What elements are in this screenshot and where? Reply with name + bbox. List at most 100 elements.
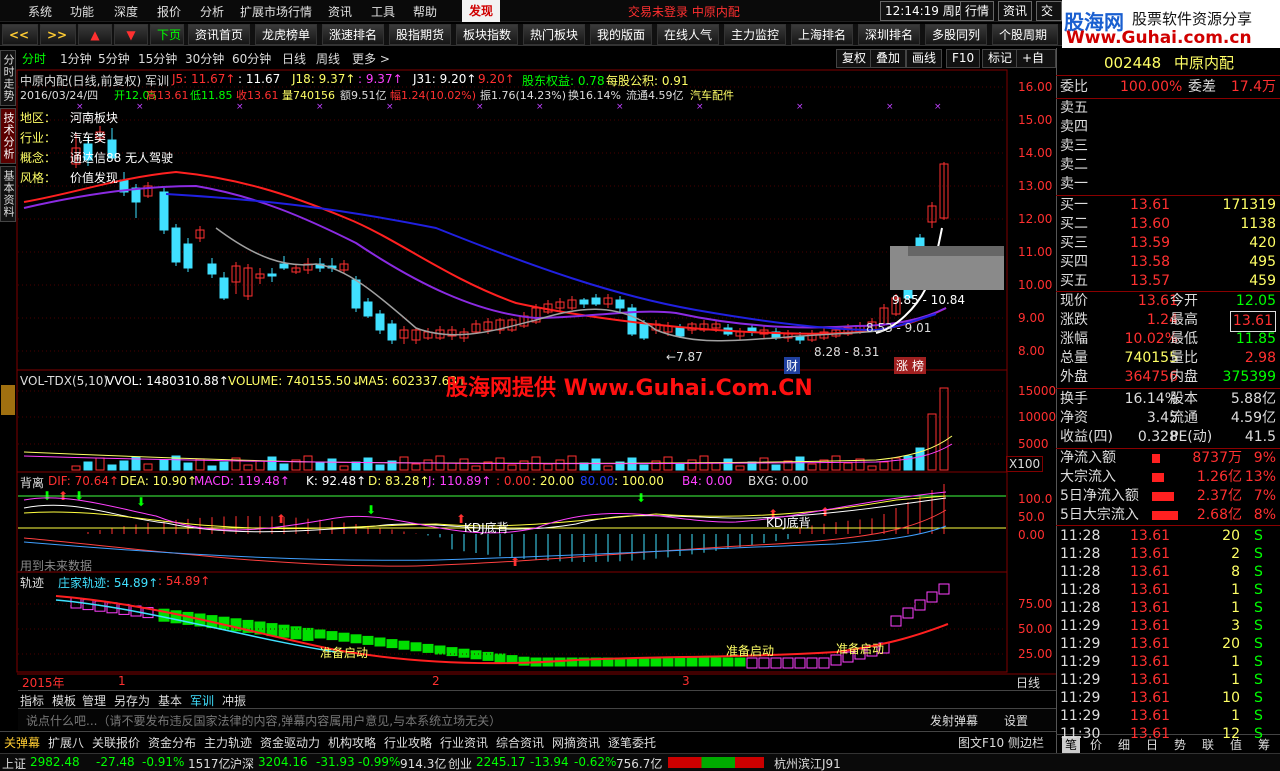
tab-manage[interactable]: 管理 xyxy=(82,692,106,709)
limit-up-marker[interactable]: 涨 xyxy=(894,357,911,374)
tab-junxun[interactable]: 军训 xyxy=(190,692,214,709)
signal-marker: × xyxy=(236,102,244,112)
buy-row[interactable]: 买二 13.60 1138 xyxy=(1058,215,1280,234)
func-related-quote[interactable]: 关联报价 xyxy=(92,734,140,751)
sh-amount: 1517亿 xyxy=(188,757,231,771)
page-down-button[interactable]: 下页 xyxy=(150,24,184,45)
collapse-handle[interactable] xyxy=(1,385,15,415)
func-f10-text[interactable]: 图文F10 xyxy=(958,734,1004,751)
concept-value[interactable]: 通达信88 无人驾驶 xyxy=(70,149,173,166)
toolbar-news-home[interactable]: 资讯首页 xyxy=(188,24,251,45)
menu-analysis[interactable]: 分析 xyxy=(200,3,224,20)
ranking-marker[interactable]: 榜 xyxy=(910,357,927,374)
toolbar-index-futures[interactable]: 股指期货 xyxy=(389,24,452,45)
toolbar-speed-rank[interactable]: 涨速排名 xyxy=(322,24,385,45)
period-more[interactable]: 更多 > xyxy=(352,50,390,67)
annot-range1: 8.28 - 8.31 xyxy=(814,345,880,359)
func-fund-distribution[interactable]: 资金分布 xyxy=(148,734,196,751)
trade-button[interactable]: 交易 xyxy=(1036,1,1062,21)
period-15min[interactable]: 15分钟 xyxy=(138,50,177,67)
buy-row[interactable]: 买四 13.58 495 xyxy=(1058,253,1280,272)
period-weekly[interactable]: 周线 xyxy=(316,50,340,67)
sh-label[interactable]: 上证 xyxy=(2,755,26,771)
cy-label[interactable]: 创业 xyxy=(448,755,472,771)
func-ext8[interactable]: 扩展八 xyxy=(48,734,84,751)
menu-tools[interactable]: 工具 xyxy=(371,3,395,20)
buy-row[interactable]: 买一 13.61 171319 xyxy=(1058,196,1280,215)
func-web-news[interactable]: 网摘资讯 xyxy=(552,734,600,751)
tab-indicator[interactable]: 指标 xyxy=(20,692,44,709)
toolbar-sh-rank[interactable]: 上海排名 xyxy=(791,24,854,45)
func-fund-driver[interactable]: 资金驱动力 xyxy=(260,734,320,751)
tab-save-as[interactable]: 另存为 xyxy=(114,692,150,709)
buy-volume: 1138 xyxy=(1240,216,1276,232)
add-favorite-button[interactable]: +自选 xyxy=(1016,49,1056,68)
vtab-technical[interactable]: 技术分析 xyxy=(0,108,16,164)
func-main-track[interactable]: 主力轨迹 xyxy=(204,734,252,751)
tab-chongzhen[interactable]: 冲振 xyxy=(222,692,246,709)
sell-level-label: 卖二 xyxy=(1060,157,1088,173)
buy-row[interactable]: 买五 13.57 459 xyxy=(1058,272,1280,291)
toolbar-multi-stock[interactable]: 多股同列 xyxy=(925,24,988,45)
toolbar-sz-rank[interactable]: 深圳排名 xyxy=(858,24,921,45)
toolbar-hot-sectors[interactable]: 热门板块 xyxy=(523,24,586,45)
vtab-fundamentals[interactable]: 基本资料 xyxy=(0,166,16,222)
buy-row[interactable]: 买三 13.59 420 xyxy=(1058,234,1280,253)
toolbar-dragon-tiger[interactable]: 龙虎榜单 xyxy=(255,24,318,45)
tab-basic[interactable]: 基本 xyxy=(158,692,182,709)
mark-button[interactable]: 标记 xyxy=(982,49,1019,68)
func-sidebar[interactable]: 侧边栏 xyxy=(1008,734,1044,751)
vtab-intraday[interactable]: 分时走势 xyxy=(0,50,16,106)
industry-value[interactable]: 汽车类 xyxy=(70,129,106,146)
volume-bar xyxy=(795,456,805,471)
menu-extended-market[interactable]: 扩展市场行情 xyxy=(240,3,312,20)
info-volume: 量740156 xyxy=(282,89,335,102)
toolbar-main-monitor[interactable]: 主力监控 xyxy=(724,24,787,45)
period-daily[interactable]: 日线 xyxy=(282,50,306,67)
prev-page-button[interactable]: << xyxy=(2,24,38,45)
f10-button[interactable]: F10 xyxy=(946,49,981,68)
hs-label[interactable]: 沪深 xyxy=(230,755,254,771)
func-general-news[interactable]: 综合资讯 xyxy=(496,734,544,751)
period-intraday[interactable]: 分时 xyxy=(22,50,46,67)
func-tick-order[interactable]: 逐笔委托 xyxy=(608,734,656,751)
func-industry-strategy[interactable]: 行业攻略 xyxy=(384,734,432,751)
period-60min[interactable]: 60分钟 xyxy=(232,50,271,67)
period-30min[interactable]: 30分钟 xyxy=(185,50,224,67)
func-inst-strategy[interactable]: 机构攻略 xyxy=(328,734,376,751)
down-button[interactable]: ▼ xyxy=(114,24,148,45)
next-page-button[interactable]: >> xyxy=(40,24,76,45)
tick-volume: 1 xyxy=(1231,600,1240,616)
adjust-button[interactable]: 复权 xyxy=(836,49,873,68)
func-industry-news[interactable]: 行业资讯 xyxy=(440,734,488,751)
tick-row: 11:28 13.61 20 S xyxy=(1058,527,1280,546)
discover-button[interactable]: 发现 xyxy=(462,0,500,22)
period-5min[interactable]: 5分钟 xyxy=(98,50,130,67)
region-value[interactable]: 河南板块 xyxy=(70,109,118,126)
menu-quote[interactable]: 报价 xyxy=(157,3,181,20)
hs-pct: -0.99% xyxy=(358,755,401,769)
style-value[interactable]: 价值发现 xyxy=(70,169,118,186)
toolbar-online-popularity[interactable]: 在线人气 xyxy=(657,24,720,45)
track-bar xyxy=(410,642,422,652)
period-1min[interactable]: 1分钟 xyxy=(60,50,92,67)
market-button[interactable]: 行情 xyxy=(960,1,995,21)
menu-function[interactable]: 功能 xyxy=(70,3,94,20)
func-close-danmaku[interactable]: 关弹幕 xyxy=(4,734,40,751)
toolbar-my-layout[interactable]: 我的版面 xyxy=(590,24,653,45)
toolbar-stock-period[interactable]: 个股周期 xyxy=(992,24,1058,45)
menu-news[interactable]: 资讯 xyxy=(328,3,352,20)
menu-help[interactable]: 帮助 xyxy=(413,3,437,20)
menu-depth[interactable]: 深度 xyxy=(114,3,138,20)
news-button[interactable]: 资讯 xyxy=(998,1,1033,21)
comment-input[interactable]: 说点什么吧...（请不要发布违反国家法律的内容,弹幕内容属用户意见,与本系统立场… xyxy=(26,712,501,729)
comment-settings-button[interactable]: 设置 xyxy=(1004,712,1028,729)
up-button[interactable]: ▲ xyxy=(78,24,112,45)
tab-template[interactable]: 模板 xyxy=(52,692,76,709)
draw-line-button[interactable]: 画线 xyxy=(906,49,943,68)
overlay-button[interactable]: 叠加 xyxy=(870,49,907,68)
date-axis-period[interactable]: 日线 xyxy=(1016,674,1040,691)
toolbar-sector-index[interactable]: 板块指数 xyxy=(456,24,519,45)
send-comment-button[interactable]: 发射弹幕 xyxy=(930,712,978,729)
menu-system[interactable]: 系统 xyxy=(28,3,52,20)
